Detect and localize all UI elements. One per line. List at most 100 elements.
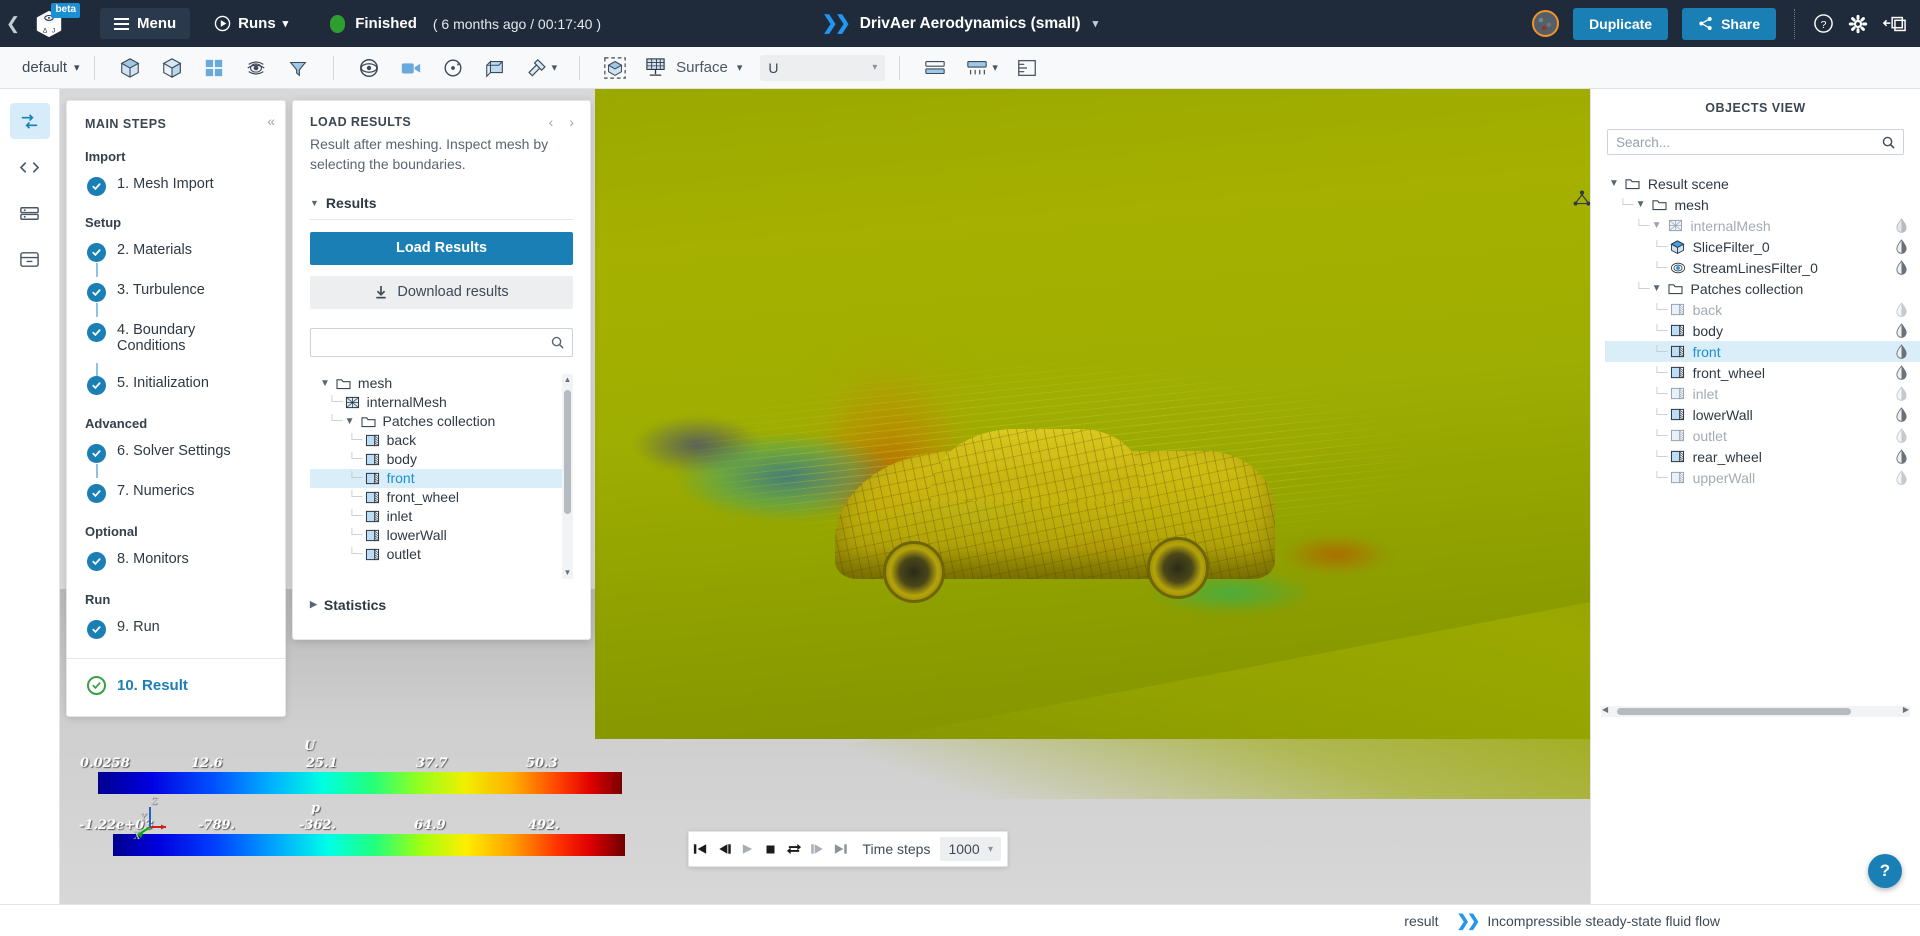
back-button[interactable]: ❮ — [0, 14, 26, 34]
objects-horizontal-scrollbar[interactable]: ◀ ▶ — [1601, 706, 1910, 717]
chevron-down-icon[interactable]: ▾ — [992, 61, 998, 74]
app-logo[interactable]: Δ J beta — [26, 4, 72, 44]
stop-button[interactable] — [759, 831, 782, 867]
skip-last-button[interactable] — [829, 831, 852, 867]
step-back-button[interactable] — [712, 831, 735, 867]
sidebar-item-boundary-conditions[interactable]: 4. Boundary Conditions — [67, 317, 285, 359]
play-button[interactable] — [736, 831, 759, 867]
sidebar-item-numerics[interactable]: 7. Numerics — [67, 478, 285, 508]
tree-item-front-wheel[interactable]: └─ front_wheel — [310, 488, 573, 507]
camera-button[interactable] — [390, 52, 432, 84]
object-item-streamlinesfilter-0[interactable]: └─ StreamLinesFilter_0 — [1605, 257, 1920, 278]
chevron-down-icon[interactable]: ▼ — [345, 416, 355, 427]
sidebar-item-materials[interactable]: 2. Materials — [67, 237, 285, 267]
object-item-slicefilter-0[interactable]: └─ SliceFilter_0 — [1605, 236, 1920, 257]
tree-item-inlet[interactable]: └─ inlet — [310, 507, 573, 526]
cube-solid-button[interactable] — [151, 52, 193, 84]
tree-scrollbar[interactable]: ▲ ▼ — [562, 374, 573, 579]
sidebar-item-monitors[interactable]: 8. Monitors — [67, 546, 285, 576]
project-title-group[interactable]: ❯❯ DrivAer Aerodynamics (small) ▾ — [822, 12, 1098, 35]
object-item-front-wheel[interactable]: └─ front_wheel — [1605, 362, 1920, 383]
runs-button[interactable]: Runs ▾ — [214, 15, 288, 32]
scene-tools-icon[interactable] — [1572, 189, 1592, 214]
object-item-front[interactable]: └─ front — [1605, 341, 1920, 362]
object-item-back[interactable]: └─ back — [1605, 299, 1920, 320]
streamlines-button[interactable] — [235, 52, 277, 84]
field-select[interactable]: U ▾ — [760, 55, 885, 81]
opacity-icon[interactable] — [1895, 239, 1908, 254]
object-item-rear-wheel[interactable]: └─ rear_wheel — [1605, 446, 1920, 467]
timesteps-select[interactable]: 1000 ▾ — [940, 837, 1001, 861]
fit-view-button[interactable] — [594, 52, 636, 84]
next-icon[interactable]: › — [569, 114, 574, 130]
scroll-right-arrow-icon[interactable]: ▶ — [1903, 705, 1909, 714]
scene-car-model[interactable] — [835, 429, 1305, 619]
tree-item-internalmesh[interactable]: └─ internalMesh — [310, 393, 573, 412]
avatar[interactable] — [1532, 10, 1559, 37]
opacity-icon[interactable] — [1895, 260, 1908, 275]
menu-button[interactable]: Menu — [100, 8, 190, 39]
rail-button-archive[interactable] — [10, 241, 50, 277]
tree-item-back[interactable]: └─ back — [310, 431, 573, 450]
statistics-section-toggle[interactable]: ▶ Statistics — [310, 597, 573, 613]
sidebar-item-solver-settings[interactable]: 6. Solver Settings — [67, 438, 285, 468]
opacity-icon[interactable] — [1895, 218, 1908, 233]
sidebar-item-result[interactable]: 10. Result — [67, 659, 285, 699]
object-item-mesh[interactable]: └─ ▼ mesh — [1605, 194, 1920, 215]
mesh-search-input[interactable] — [310, 328, 573, 357]
chevron-down-icon[interactable]: ▼ — [320, 378, 330, 389]
skip-first-button[interactable] — [689, 831, 712, 867]
object-item-lowerwall[interactable]: └─ lowerWall — [1605, 404, 1920, 425]
scroll-up-arrow-icon[interactable]: ▲ — [564, 374, 572, 386]
legend-button[interactable] — [914, 52, 956, 84]
duplicate-button[interactable]: Duplicate — [1573, 8, 1668, 40]
opacity-icon[interactable] — [1895, 386, 1908, 401]
rotate-button[interactable] — [432, 52, 474, 84]
collapse-left-icon[interactable]: « — [267, 113, 275, 129]
prev-icon[interactable]: ‹ — [549, 114, 554, 130]
chevron-down-icon[interactable]: ▼ — [1636, 199, 1646, 210]
grid-button[interactable] — [193, 52, 235, 84]
object-item-result-scene[interactable]: ▼ Result scene — [1605, 173, 1920, 194]
object-item-internalmesh[interactable]: └─ ▼ internalMesh — [1605, 215, 1920, 236]
mesh-tree[interactable]: ▼ mesh └─ internalMesh └─ ▼ Patches coll… — [310, 374, 573, 579]
objects-tree[interactable]: ▼ Result scene └─ ▼ mesh └─ ▼ internalMe… — [1591, 173, 1920, 488]
rail-button-server[interactable] — [10, 195, 50, 231]
ruler-button[interactable] — [1006, 52, 1048, 84]
opacity-icon[interactable] — [1895, 407, 1908, 422]
rail-button-compare[interactable] — [10, 103, 50, 139]
help-fab-button[interactable]: ? — [1868, 854, 1902, 888]
layout-preset-dropdown[interactable]: default ▾ — [22, 59, 80, 76]
cube-wireframe-button[interactable] — [109, 52, 151, 84]
representation-dropdown[interactable]: Surface ▾ — [636, 57, 750, 78]
scrollbar-thumb[interactable] — [1617, 708, 1851, 715]
scroll-left-arrow-icon[interactable]: ◀ — [1602, 705, 1608, 714]
step-forward-button[interactable] — [806, 831, 829, 867]
tree-item-outlet[interactable]: └─ outlet — [310, 545, 573, 564]
sidebar-item-run[interactable]: 9. Run — [67, 614, 285, 644]
opacity-icon[interactable] — [1895, 323, 1908, 338]
scrollbar-thumb[interactable] — [564, 390, 571, 514]
chevron-down-icon[interactable]: ▼ — [1652, 220, 1662, 231]
tree-item-mesh[interactable]: ▼ mesh — [310, 374, 573, 393]
loop-button[interactable] — [782, 831, 805, 867]
rail-button-code[interactable] — [10, 149, 50, 185]
results-section-toggle[interactable]: ▼ Results — [310, 195, 573, 211]
sidebar-item-mesh-import[interactable]: 1. Mesh Import — [67, 171, 285, 201]
opacity-icon[interactable] — [1895, 428, 1908, 443]
load-results-button[interactable]: Load Results — [310, 232, 573, 265]
chevron-down-icon[interactable]: ▼ — [1652, 283, 1662, 294]
object-item-patches-collection[interactable]: └─ ▼ Patches collection — [1605, 278, 1920, 299]
box-button[interactable] — [474, 52, 516, 84]
object-item-upperwall[interactable]: └─ upperWall — [1605, 467, 1920, 488]
objects-search-input[interactable]: Search... — [1607, 129, 1904, 155]
help-icon[interactable]: ? — [1813, 13, 1834, 34]
opacity-icon[interactable] — [1895, 365, 1908, 380]
tree-item-front[interactable]: └─ front — [310, 469, 573, 488]
gear-icon[interactable] — [1848, 14, 1868, 34]
share-button[interactable]: Share — [1682, 8, 1776, 40]
filter-button[interactable] — [277, 52, 319, 84]
tree-item-patches-collection[interactable]: └─ ▼ Patches collection — [310, 412, 573, 431]
chevron-down-icon[interactable]: ▼ — [1609, 178, 1619, 189]
tree-item-lowerwall[interactable]: └─ lowerWall — [310, 526, 573, 545]
